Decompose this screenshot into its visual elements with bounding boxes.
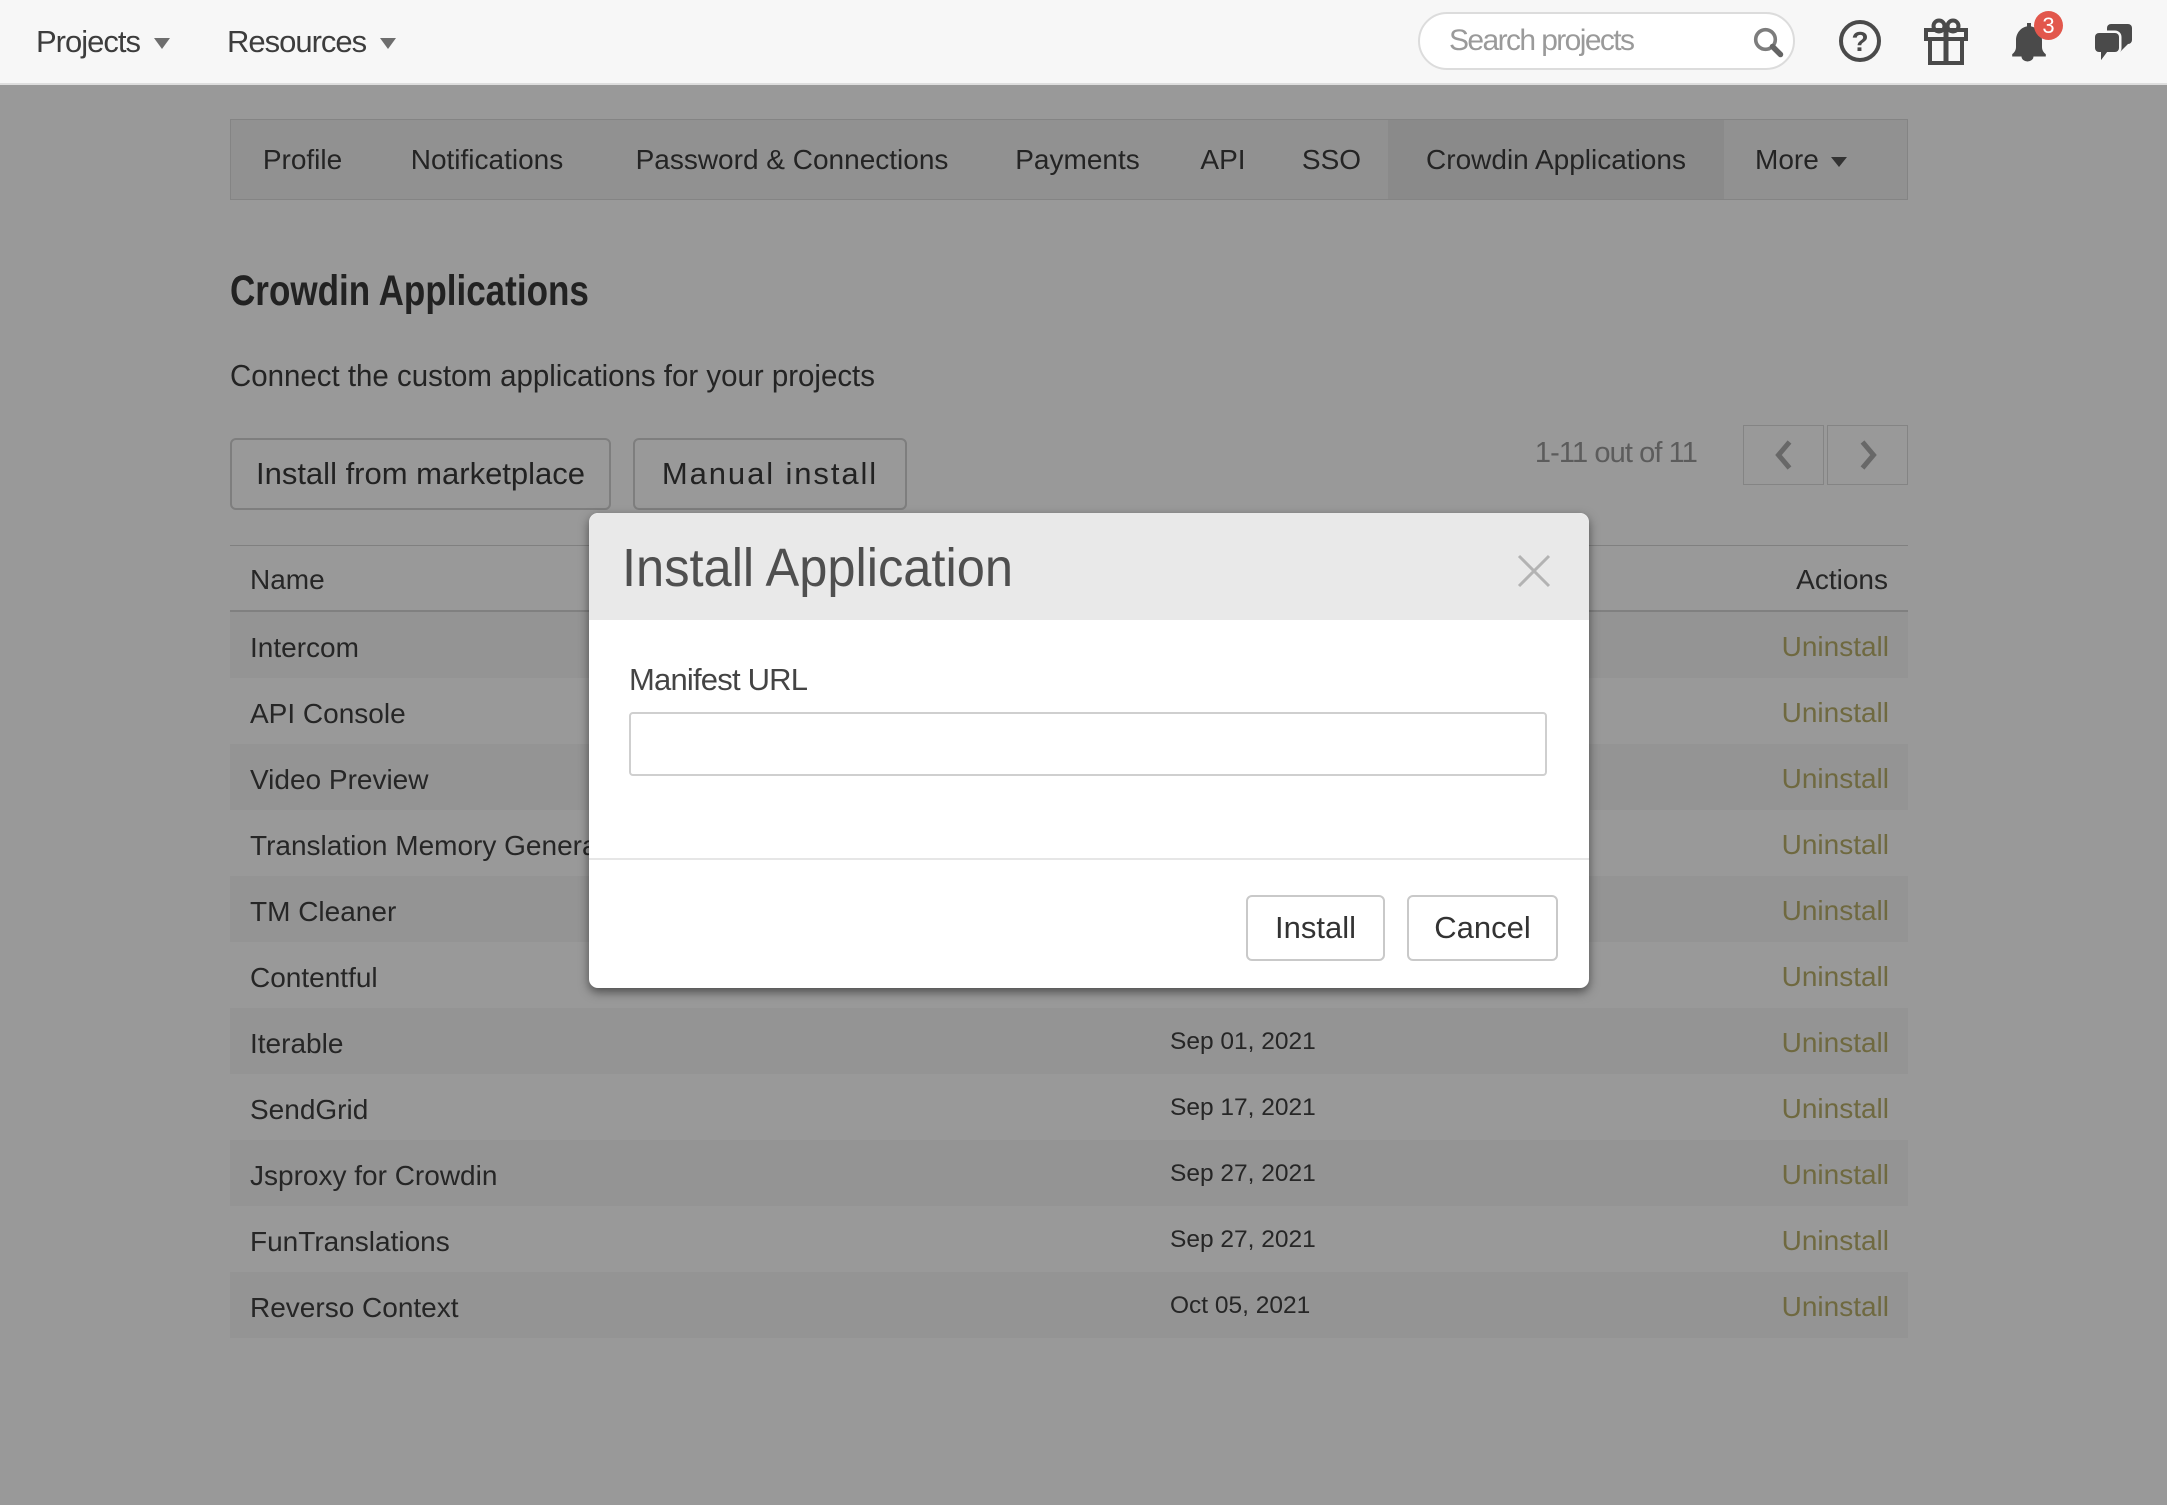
svg-text:3: 3 — [2042, 13, 2054, 38]
svg-text:?: ? — [1851, 26, 1868, 57]
